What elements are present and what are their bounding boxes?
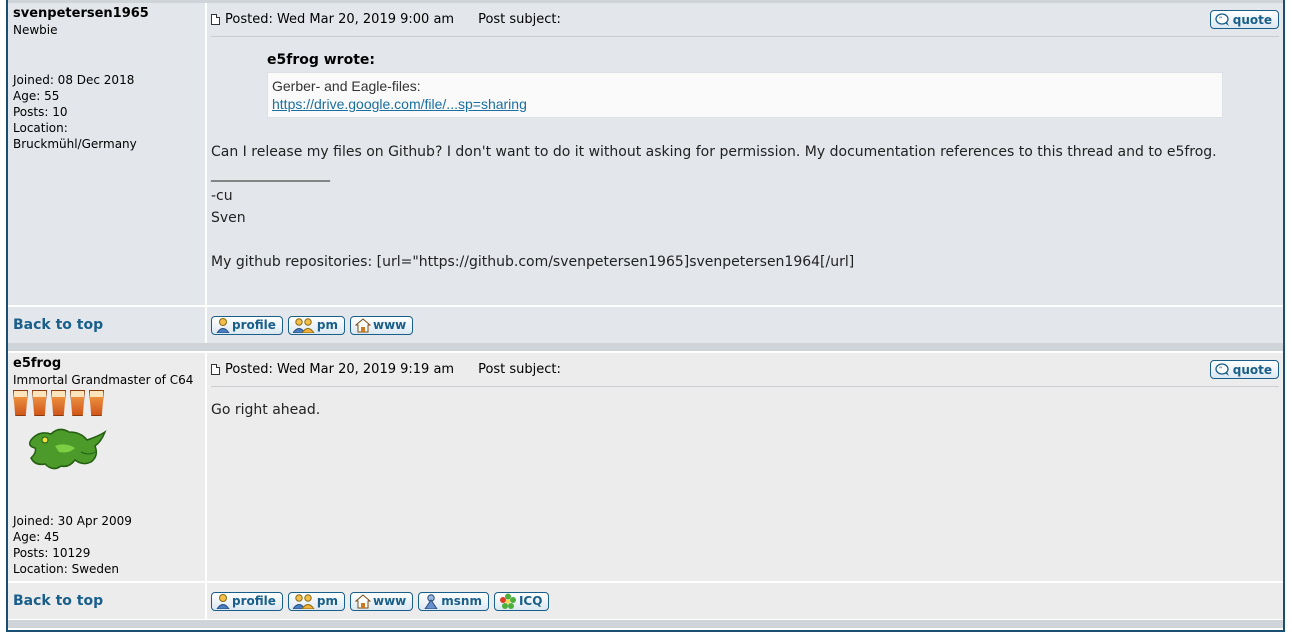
post-footer-row: Back to top profile pm www <box>8 583 1283 619</box>
post-footer-row: Back to top profile pm www <box>8 307 1283 343</box>
quote-body: Gerber- and Eagle-files: https://drive.g… <box>267 72 1223 118</box>
signature-line-1: -cu <box>211 188 233 204</box>
person-icon <box>216 317 230 333</box>
quote-button[interactable]: " quote <box>1209 10 1279 29</box>
author-joined: Joined: 30 Apr 2009 <box>13 514 132 528</box>
www-button-label: www <box>373 594 407 608</box>
pm-button-label: pm <box>316 318 338 332</box>
signature-line-3: My github repositories: [url="https://gi… <box>211 254 855 270</box>
quote-button-label: quote <box>1232 362 1272 377</box>
post-body: Can I release my files on Github? I don'… <box>211 141 1279 273</box>
svg-text:": " <box>1219 366 1222 373</box>
author-posts: Posts: 10 <box>13 105 68 119</box>
rank-icons <box>13 390 200 416</box>
author-posts: Posts: 10129 <box>13 546 91 560</box>
post-subject-label: Post subject: <box>478 12 561 27</box>
signature-line-2: Sven <box>211 210 246 226</box>
author-rank: Newbie <box>13 23 58 37</box>
frog-avatar <box>25 422 200 478</box>
www-button-label: www <box>373 318 407 332</box>
post-date: Posted: Wed Mar 20, 2019 9:00 am <box>225 12 455 27</box>
back-to-top-cell: Back to top <box>8 307 205 343</box>
post-date: Posted: Wed Mar 20, 2019 9:19 am <box>225 362 455 377</box>
icq-flower-icon <box>499 593 517 609</box>
profile-button-label: profile <box>232 318 276 332</box>
post-row-svenpetersen1965: svenpetersen1965 Newbie Joined: 08 Dec 2… <box>8 3 1283 305</box>
home-icon <box>355 317 371 333</box>
post-content: Posted: Wed Mar 20, 2019 9:19 am Post su… <box>207 353 1283 581</box>
author-location-label: Location: <box>13 121 68 135</box>
forum-post-table: svenpetersen1965 Newbie Joined: 08 Dec 2… <box>6 0 1285 632</box>
pm-button[interactable]: pm <box>287 591 345 611</box>
signature-spacer <box>211 229 1279 251</box>
quote-bubble-icon: " <box>1215 12 1231 27</box>
author-panel: svenpetersen1965 Newbie Joined: 08 Dec 2… <box>8 3 205 305</box>
quote-text: Gerber- and Eagle-files: <box>272 78 421 94</box>
back-to-top-cell: Back to top <box>8 583 205 619</box>
author-location-value: Bruckmühl/Germany <box>13 137 137 151</box>
profile-button[interactable]: profile <box>211 315 283 335</box>
rank-cup-icon <box>51 390 66 416</box>
post-header: Posted: Wed Mar 20, 2019 9:19 am Post su… <box>211 353 1279 387</box>
pm-button[interactable]: pm <box>287 315 345 335</box>
two-people-icon <box>292 593 315 609</box>
rank-cup-icon <box>13 390 28 416</box>
www-button[interactable]: www <box>350 591 414 611</box>
author-details: Joined: 30 Apr 2009 Age: 45 Posts: 10129… <box>13 513 132 577</box>
post-icon[interactable] <box>211 14 220 25</box>
quote-button-label: quote <box>1232 12 1272 27</box>
action-buttons: profile pm www <box>207 307 1283 343</box>
quote-link[interactable]: https://drive.google.com/file/...sp=shar… <box>272 96 527 112</box>
author-panel: e5frog Immortal Grandmaster of C64 Joine… <box>8 353 205 581</box>
post-content: Posted: Wed Mar 20, 2019 9:00 am Post su… <box>207 3 1283 305</box>
author-age: Age: 45 <box>13 530 60 544</box>
icq-button[interactable]: ICQ <box>493 591 550 611</box>
signature-divider: _________________ <box>211 166 330 182</box>
rank-cup-icon <box>89 390 104 416</box>
msn-person-icon <box>423 593 439 609</box>
person-icon <box>216 593 230 609</box>
author-details: Joined: 08 Dec 2018 Age: 55 Posts: 10 Lo… <box>13 72 137 152</box>
rank-cup-icon <box>32 390 47 416</box>
row-spacer <box>8 343 1283 351</box>
row-spacer <box>8 620 1283 628</box>
author-location: Location: Sweden <box>13 562 120 576</box>
post-icon[interactable] <box>211 364 220 375</box>
author-name[interactable]: svenpetersen1965 <box>13 6 200 22</box>
back-to-top-link[interactable]: Back to top <box>13 317 103 333</box>
post-subject-label: Post subject: <box>478 362 561 377</box>
author-age: Age: 55 <box>13 89 60 103</box>
action-buttons: profile pm www msnm ICQ <box>207 583 1283 619</box>
quote-bubble-icon: " <box>1215 362 1231 377</box>
rank-cup-icon <box>70 390 85 416</box>
post-body: Go right ahead. <box>211 399 1279 421</box>
profile-button-label: profile <box>232 594 276 608</box>
msnm-button[interactable]: msnm <box>418 591 489 611</box>
quoted-message: e5frog wrote: Gerber- and Eagle-files: h… <box>267 51 1223 118</box>
icq-button-label: ICQ <box>518 594 543 608</box>
post-header: Posted: Wed Mar 20, 2019 9:00 am Post su… <box>211 3 1279 37</box>
profile-button[interactable]: profile <box>211 591 283 611</box>
msnm-button-label: msnm <box>441 594 482 608</box>
post-body-text: Can I release my files on Github? I don'… <box>211 144 1217 160</box>
back-to-top-link[interactable]: Back to top <box>13 593 103 609</box>
pm-button-label: pm <box>316 594 338 608</box>
post-body-text: Go right ahead. <box>211 402 321 418</box>
author-name[interactable]: e5frog <box>13 356 200 372</box>
www-button[interactable]: www <box>350 315 414 335</box>
svg-text:": " <box>1219 16 1222 23</box>
post-row-e5frog: e5frog Immortal Grandmaster of C64 Joine… <box>8 353 1283 581</box>
quote-button[interactable]: " quote <box>1209 360 1279 379</box>
home-icon <box>355 593 371 609</box>
author-rank: Immortal Grandmaster of C64 <box>13 373 194 387</box>
quote-author: e5frog wrote: <box>267 52 375 68</box>
author-joined: Joined: 08 Dec 2018 <box>13 73 135 87</box>
two-people-icon <box>292 317 315 333</box>
